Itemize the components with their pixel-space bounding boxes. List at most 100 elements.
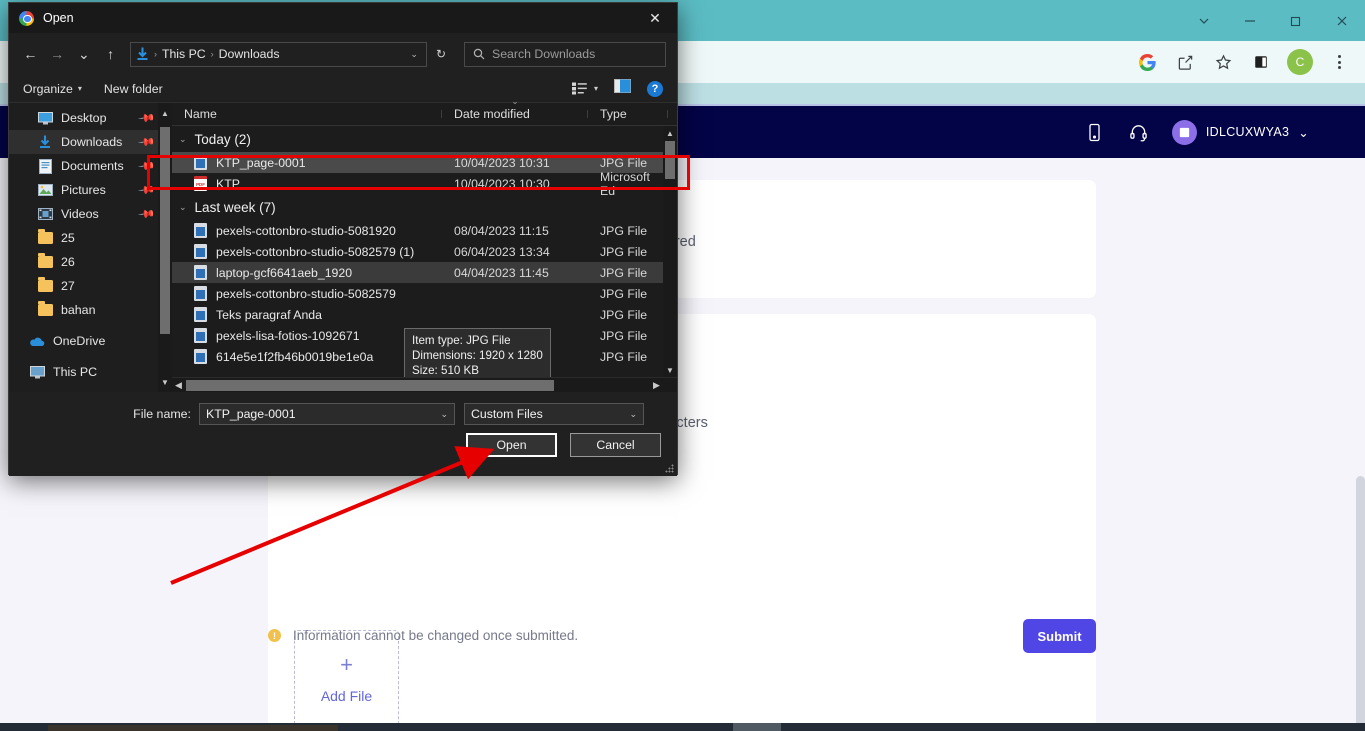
headset-support-icon[interactable] (1128, 121, 1150, 143)
cancel-button[interactable]: Cancel (570, 433, 661, 457)
table-row[interactable]: Teks paragraf Anda JPG File (172, 304, 677, 325)
new-folder-button[interactable]: New folder (104, 82, 185, 96)
profile-avatar[interactable]: C (1287, 49, 1313, 75)
dialog-close-button[interactable]: ✕ (633, 3, 677, 33)
side-panel-icon[interactable] (1249, 50, 1273, 74)
sidebar-label-documents: Documents (61, 159, 124, 173)
browser-menu-icon[interactable] (1327, 50, 1351, 74)
forward-icon[interactable]: → (47, 42, 68, 66)
recent-locations-icon[interactable]: ⌄ (73, 42, 94, 66)
help-icon[interactable]: ? (647, 80, 663, 97)
sidebar-item-pictures[interactable]: Pictures 📌 (9, 178, 172, 202)
search-box[interactable]: Search Downloads (464, 41, 666, 67)
file-name-cell: pexels-cottonbro-studio-5082579 (172, 286, 442, 301)
view-list-icon (571, 82, 587, 95)
preview-pane-icon[interactable] (614, 79, 631, 98)
breadcrumb-downloads[interactable]: Downloads (219, 47, 280, 61)
sidebar-item-downloads[interactable]: Downloads 📌 (9, 130, 172, 154)
tree-scroll-down-icon[interactable]: ▼ (159, 375, 171, 389)
sidebar-item-documents[interactable]: Documents 📌 (9, 154, 172, 178)
hscroll-thumb[interactable] (186, 380, 554, 391)
chevron-down-icon[interactable]: ⌄ (629, 409, 637, 420)
organize-button[interactable]: Organize ▾ (23, 82, 104, 96)
file-name-label: laptop-gcf6641aeb_1920 (216, 265, 353, 280)
column-header-type[interactable]: Type (588, 107, 668, 121)
taskbar-window-1[interactable] (48, 725, 338, 731)
taskbar-window-2[interactable] (733, 723, 781, 731)
restore-icon[interactable] (1273, 0, 1319, 41)
back-icon[interactable]: ← (20, 42, 41, 66)
jpg-file-icon (194, 349, 207, 364)
address-bar[interactable]: › This PC › Downloads ⌄ (129, 41, 427, 67)
file-type-cell: JPG File (600, 265, 648, 280)
file-name-input-value: KTP_page-0001 (206, 407, 296, 421)
group-header-last-week[interactable]: ⌄ Last week (7) (172, 194, 677, 220)
sidebar-item-27[interactable]: 27 (9, 274, 172, 298)
tree-scroll-up-icon[interactable]: ▲ (159, 106, 171, 120)
videos-icon (37, 206, 53, 222)
sidebar-item-onedrive[interactable]: OneDrive (9, 329, 172, 353)
group-header-today[interactable]: ⌄ Today (2) (172, 126, 677, 152)
sidebar-item-25[interactable]: 25 (9, 226, 172, 250)
submit-button[interactable]: Submit (1023, 619, 1096, 653)
add-file-dropzone[interactable]: + Add File (294, 630, 399, 727)
open-button[interactable]: Open (466, 433, 557, 457)
sidebar-item-26[interactable]: 26 (9, 250, 172, 274)
tab-search-chevron-icon[interactable] (1181, 0, 1227, 41)
sidebar-item-this-pc[interactable]: This PC (9, 360, 172, 384)
google-g-icon[interactable] (1135, 50, 1159, 74)
file-type-select[interactable]: Custom Files ⌄ (464, 403, 644, 425)
table-row[interactable]: pexels-cottonbro-studio-5081920 08/04/20… (172, 220, 677, 241)
chevron-down-icon[interactable]: ⌄ (179, 134, 187, 145)
file-list-header: Name Date modified Type (172, 103, 677, 126)
hscroll-left-icon[interactable]: ◀ (172, 378, 185, 393)
refresh-icon[interactable]: ↻ (433, 47, 449, 61)
file-list-vertical-scrollbar[interactable]: ▲ ▼ (663, 126, 677, 377)
share-icon[interactable] (1173, 50, 1197, 74)
file-list-horizontal-scrollbar[interactable]: ◀ ▶ (172, 377, 677, 392)
sidebar-label-pictures: Pictures (61, 183, 106, 197)
bookmark-star-icon[interactable] (1211, 50, 1235, 74)
list-scroll-thumb[interactable] (665, 141, 675, 179)
tree-scroll-thumb[interactable] (160, 127, 170, 334)
file-name-input[interactable]: KTP_page-0001 ⌄ (199, 403, 455, 425)
hscroll-right-icon[interactable]: ▶ (650, 378, 663, 393)
jpg-file-icon (194, 328, 207, 343)
page-scrollbar[interactable] (1356, 476, 1365, 731)
table-row[interactable]: pexels-cottonbro-studio-5082579 (1) 06/0… (172, 241, 677, 262)
view-options-button[interactable]: ▾ (571, 82, 598, 95)
list-scroll-up-icon[interactable]: ▲ (664, 126, 676, 140)
app-header-actions: IDLCUXWYA3 ⌄ (1084, 119, 1365, 145)
minimize-icon[interactable] (1227, 0, 1273, 41)
table-row[interactable]: KTP 10/04/2023 10:30 Microsoft Ed (172, 170, 677, 198)
pin-icon: 📌 (137, 181, 156, 200)
list-scroll-down-icon[interactable]: ▼ (664, 363, 676, 377)
pin-icon: 📌 (137, 133, 156, 152)
up-one-level-icon[interactable]: ↑ (100, 42, 121, 66)
table-row[interactable]: pexels-cottonbro-studio-5082579 JPG File (172, 283, 677, 304)
sidebar-item-bahan[interactable]: bahan (9, 298, 172, 322)
pin-icon: 📌 (137, 205, 156, 224)
file-name-cell: Teks paragraf Anda (172, 307, 442, 322)
folder-icon (37, 301, 53, 318)
column-header-date-modified[interactable]: Date modified (442, 107, 588, 121)
column-header-name[interactable]: Name (172, 107, 442, 121)
sidebar-item-videos[interactable]: Videos 📌 (9, 202, 172, 226)
close-icon[interactable] (1319, 0, 1365, 41)
breadcrumb-this-pc[interactable]: This PC (162, 47, 206, 61)
chevron-down-icon[interactable]: ⌄ (179, 202, 187, 213)
mobile-device-icon[interactable] (1084, 121, 1106, 143)
chevron-down-icon[interactable]: ⌄ (440, 409, 448, 420)
user-menu[interactable]: IDLCUXWYA3 ⌄ (1171, 119, 1309, 145)
tree-scrollbar[interactable]: ▲ ▼ (158, 103, 172, 392)
address-chevron-icon[interactable]: ⌄ (410, 49, 421, 60)
sidebar-item-desktop[interactable]: Desktop 📌 (9, 106, 172, 130)
file-name-cell: pexels-lisa-fotios-1092671 (172, 328, 442, 343)
notice-text: Information cannot be changed once submi… (293, 628, 579, 643)
table-row[interactable]: laptop-gcf6641aeb_1920 04/04/2023 11:45 … (172, 262, 677, 283)
resize-grip[interactable] (665, 464, 674, 473)
group-label-today: Today (2) (194, 131, 251, 147)
file-name-label: pexels-cottonbro-studio-5081920 (216, 223, 396, 238)
organize-label: Organize (23, 81, 73, 96)
file-type-cell: JPG File (600, 307, 648, 322)
